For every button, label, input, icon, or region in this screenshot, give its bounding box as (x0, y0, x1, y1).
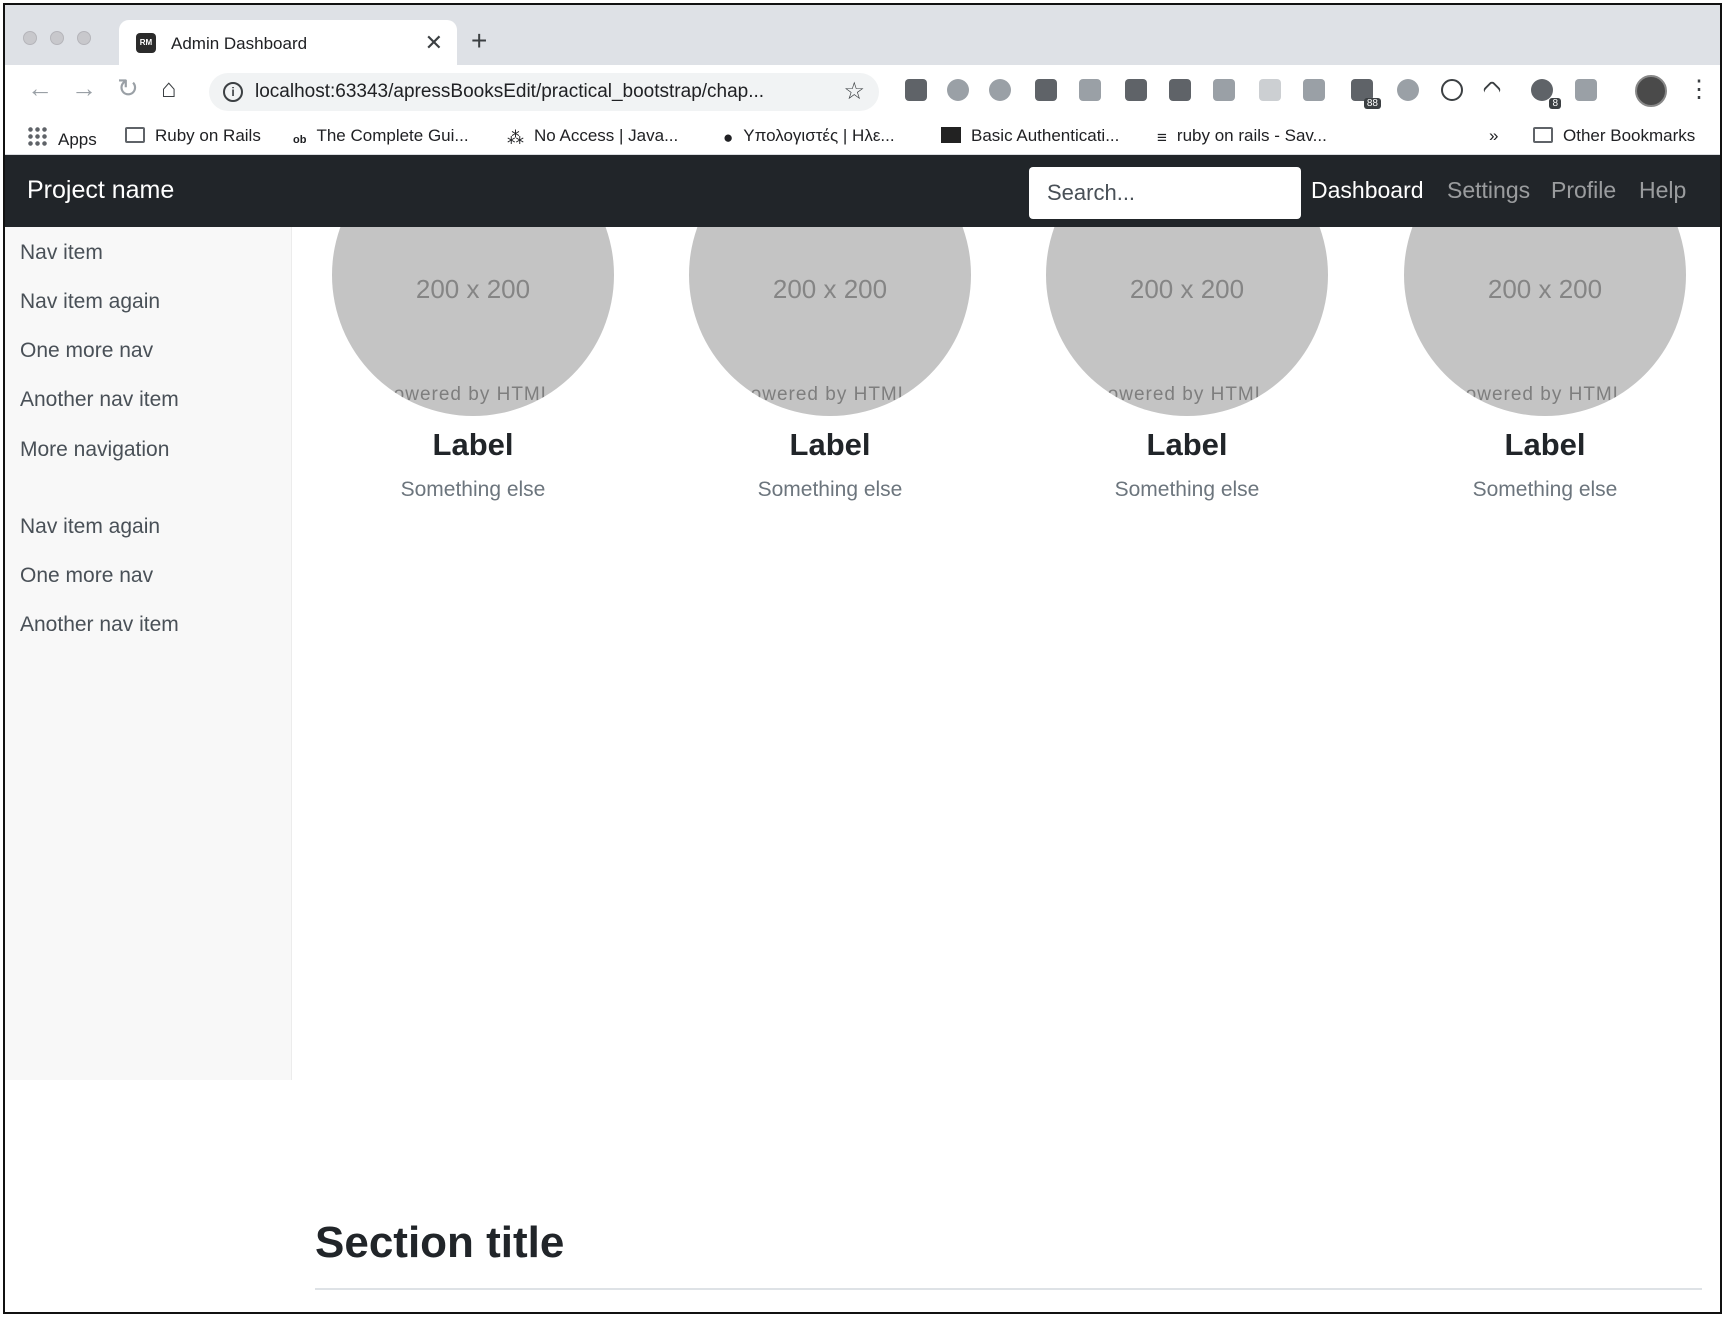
home-icon[interactable]: ⌂ (161, 73, 177, 104)
sidebar-item-nav-item[interactable]: Nav item (20, 241, 103, 265)
navbar-brand[interactable]: Project name (27, 176, 174, 205)
placeholder-powered-text: owered by HTML (1465, 384, 1625, 405)
nav-link-settings[interactable]: Settings (1447, 177, 1530, 204)
reload-icon[interactable]: ↻ (117, 73, 139, 104)
window-minimize-button[interactable] (50, 31, 64, 45)
bookmarks-overflow-icon[interactable]: » (1489, 126, 1498, 146)
bookmark-ruby-on-rails-sav[interactable]: ≡ ruby on rails - Sav... (1157, 126, 1327, 147)
window-close-button[interactable] (23, 31, 37, 45)
browser-menu-icon[interactable]: ⋮ (1687, 75, 1711, 104)
placeholder-powered-text: owered by HTML (393, 384, 553, 405)
image-extension-icon[interactable] (1213, 79, 1235, 101)
browser-window: RM Admin Dashboard ✕ + ← → ↻ ⌂ i localho… (3, 3, 1722, 1314)
bookmark-label: ruby on rails - Sav... (1176, 126, 1327, 145)
bookmark-label: Ruby on Rails (155, 126, 261, 145)
back-icon[interactable]: ← (27, 73, 53, 104)
sidebar-item-nav-item-again-2[interactable]: Nav item again (20, 515, 160, 539)
placeholder-sub: Something else (1114, 478, 1260, 501)
sidebar-item-another-nav-item-2[interactable]: Another nav item (20, 613, 179, 637)
folder-icon (1533, 127, 1553, 143)
placeholder-size-text: 200 x 200 (1129, 274, 1245, 304)
placeholder-label: Label (1146, 427, 1228, 462)
c-extension-icon[interactable] (1035, 79, 1057, 101)
placeholder-size-text: 200 x 200 (772, 274, 888, 304)
placeholder-label: Label (432, 427, 514, 462)
browser-toolbar: ← → ↻ ⌂ i localhost:63343/apressBooksEdi… (5, 65, 1720, 119)
eyedropper-extension-icon[interactable] (905, 79, 927, 101)
extension-badge-2: 8 (1549, 98, 1561, 109)
section-title: Section title (315, 1218, 565, 1267)
badge-extension-icon[interactable]: 88 (1351, 79, 1381, 109)
folder-icon (125, 127, 145, 143)
placeholder-label: Label (1504, 427, 1586, 462)
move-extension-icon[interactable] (1482, 80, 1502, 100)
nav-link-dashboard[interactable]: Dashboard (1311, 177, 1424, 204)
bookmark-label: The Complete Gui... (316, 126, 469, 145)
chat-extension-icon[interactable] (1303, 79, 1325, 101)
placeholder-sub: Something else (1472, 478, 1618, 501)
globe-extension-icon[interactable] (1397, 79, 1419, 101)
bookmark-star-icon[interactable]: ☆ (843, 77, 865, 106)
placeholder-powered-text: owered by HTML (1107, 384, 1267, 405)
bookmark-label: No Access | Java... (534, 126, 679, 145)
bookmark-label: Apps (58, 130, 97, 149)
counter-extension-icon[interactable]: 8 (1531, 79, 1561, 109)
window-zoom-button[interactable] (77, 31, 91, 45)
profile-avatar[interactable] (1635, 75, 1667, 107)
sidebar-item-more-navigation[interactable]: More navigation (20, 438, 169, 462)
address-bar[interactable]: i localhost:63343/apressBooksEdit/practi… (209, 73, 879, 111)
a-circle-extension-icon[interactable] (1441, 79, 1463, 101)
bookmark-ruby-on-rails[interactable]: Ruby on Rails (125, 126, 261, 146)
tab-strip: RM Admin Dashboard ✕ + (5, 5, 1720, 66)
tab-admin-dashboard[interactable]: RM Admin Dashboard ✕ (119, 20, 457, 66)
diamond-icon (941, 127, 961, 143)
sidebar-item-nav-item-again[interactable]: Nav item again (20, 290, 160, 314)
search-input[interactable] (1029, 167, 1301, 219)
url-text[interactable]: localhost:63343/apressBooksEdit/practica… (255, 81, 764, 103)
other-bookmarks[interactable]: Other Bookmarks (1533, 126, 1695, 146)
extension-badge: 88 (1363, 98, 1381, 109)
balloon-icon: ● (723, 128, 734, 147)
top-navbar: Project name Dashboard Settings Profile … (5, 155, 1720, 227)
network-extension-icon[interactable] (947, 79, 969, 101)
section-divider (315, 1288, 1702, 1290)
placeholder-powered-text: owered by HTML (750, 384, 910, 405)
sidebar-item-one-more-nav[interactable]: One more nav (20, 339, 153, 363)
ob-icon: ob (293, 134, 307, 146)
placeholder-size-text: 200 x 200 (415, 274, 531, 304)
bookmarks-bar: Apps Ruby on Rails ob The Complete Gui...… (5, 119, 1720, 155)
tab-close-icon[interactable]: ✕ (425, 30, 443, 56)
placeholder-label: Label (789, 427, 871, 462)
bulb-extension-icon[interactable] (1125, 79, 1147, 101)
grid-extension-icon[interactable] (1259, 79, 1281, 101)
placeholder-sub: Something else (757, 478, 903, 501)
bookmark-label: Basic Authenticati... (971, 126, 1120, 145)
site-info-icon[interactable]: i (223, 82, 243, 102)
placeholder-size-text: 200 x 200 (1487, 274, 1603, 304)
stackoverflow-icon: ≡ (1157, 128, 1167, 147)
bookmark-complete-guide[interactable]: ob The Complete Gui... (293, 126, 469, 150)
bookmark-ypologistes[interactable]: ● Υπολογιστές | Ηλε... (723, 126, 895, 147)
placeholder-sub: Something else (400, 478, 546, 501)
bookmark-basic-authentication[interactable]: Basic Authenticati... (941, 126, 1119, 146)
bookmark-label: Υπολογιστές | Ηλε... (743, 126, 895, 145)
opera-extension-icon[interactable] (989, 79, 1011, 101)
tab-favicon-icon: RM (136, 33, 156, 53)
sidebar: Nav item Nav item again One more nav Ano… (5, 227, 292, 1080)
sidebar-item-one-more-nav-2[interactable]: One more nav (20, 564, 153, 588)
bookmark-apps[interactable]: Apps (27, 126, 97, 150)
nav-link-profile[interactable]: Profile (1551, 177, 1616, 204)
nav-link-help[interactable]: Help (1639, 177, 1686, 204)
cast-extension-icon[interactable] (1575, 79, 1597, 101)
sidebar-item-another-nav-item[interactable]: Another nav item (20, 388, 179, 412)
download-extension-icon[interactable] (1169, 79, 1191, 101)
other-bookmarks-label: Other Bookmarks (1563, 126, 1696, 145)
tab-title: Admin Dashboard (171, 34, 308, 53)
forward-icon[interactable]: → (71, 73, 97, 104)
bookmark-no-access-java[interactable]: ⁂ No Access | Java... (507, 126, 679, 147)
apps-grid-icon (27, 126, 48, 147)
new-tab-button[interactable]: + (471, 25, 487, 57)
gear-extension-icon[interactable] (1079, 79, 1101, 101)
nodes-icon: ⁂ (507, 128, 524, 147)
